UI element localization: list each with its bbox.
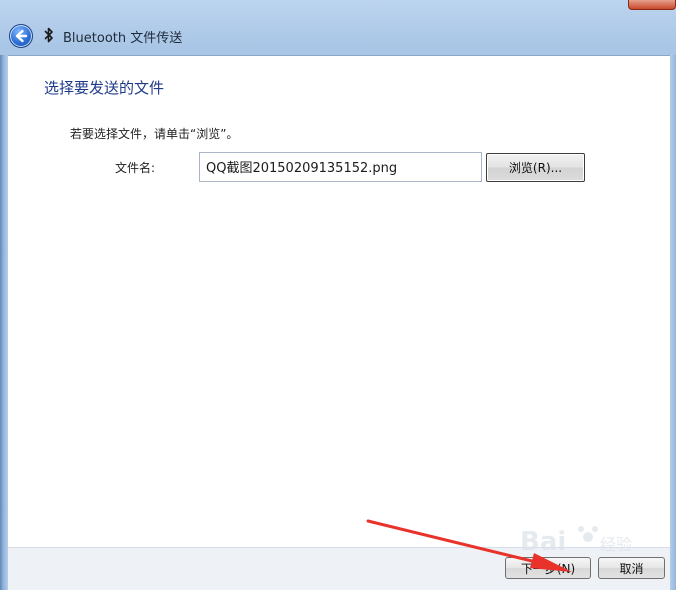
- back-button[interactable]: [9, 24, 33, 48]
- file-name-input[interactable]: QQ截图20150209135152.png: [199, 152, 482, 182]
- back-arrow-icon: [15, 29, 28, 43]
- close-button[interactable]: [628, 0, 676, 10]
- next-button[interactable]: 下一步(N): [505, 557, 591, 579]
- cancel-button[interactable]: 取消: [598, 557, 665, 579]
- window-right-border: [670, 55, 676, 590]
- page-heading: 选择要发送的文件: [44, 79, 165, 97]
- bluetooth-icon: [42, 25, 56, 45]
- window-title: Bluetooth 文件传送: [63, 31, 183, 46]
- file-name-label: 文件名:: [115, 161, 156, 175]
- browse-button[interactable]: 浏览(R)...: [486, 153, 585, 182]
- instruction-text: 若要选择文件，请单击“浏览”。: [70, 127, 239, 141]
- window-left-border: [0, 55, 8, 590]
